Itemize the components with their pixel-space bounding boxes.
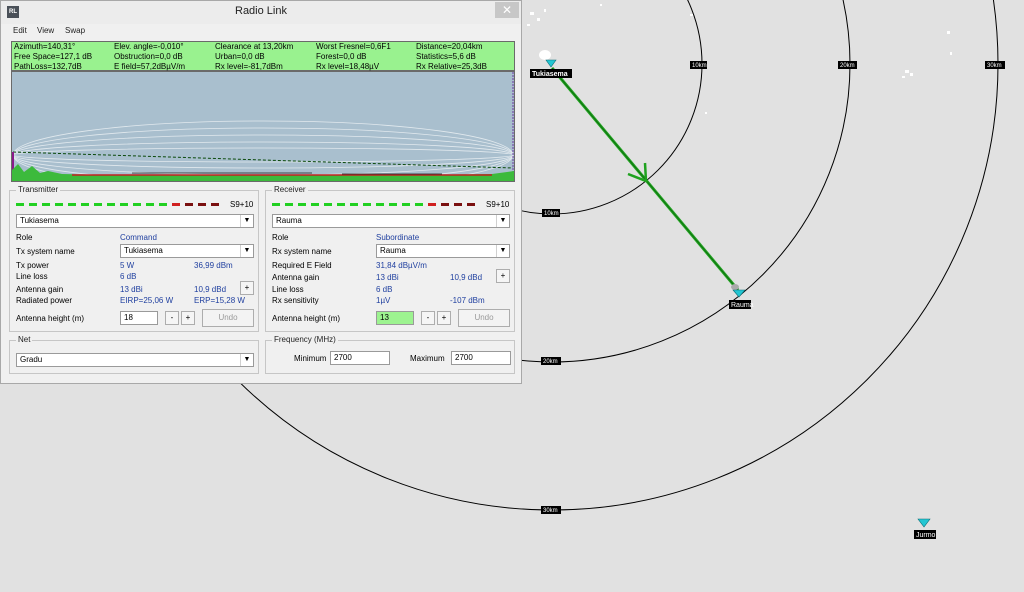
rx-height-plus-button[interactable]: +: [437, 311, 451, 325]
rx-signal-meter: [272, 203, 482, 209]
rx-sens-uv: 1µV: [376, 296, 391, 305]
frequency-title: Frequency (MHz): [272, 335, 338, 344]
tx-lineloss-label: Line loss: [16, 272, 48, 281]
tx-eirp: EIRP=25,06 W: [120, 296, 174, 305]
site-label-jurmo: Jurmo: [916, 532, 936, 539]
stat-statistics: Statistics=5,6 dB: [416, 52, 476, 61]
tx-role-label: Role: [16, 233, 33, 242]
tx-site-select[interactable]: Tukiasema ▼: [16, 214, 254, 228]
rx-system-value: Rauma: [380, 246, 406, 255]
tx-height-minus-button[interactable]: -: [165, 311, 179, 325]
rx-gain-label: Antenna gain: [272, 273, 320, 282]
tx-system-label: Tx system name: [16, 247, 75, 256]
stat-clearance: Clearance at 13,20km: [215, 42, 294, 51]
rx-sens-dbm: -107 dBm: [450, 296, 485, 305]
rx-sens-label: Rx sensitivity: [272, 296, 319, 305]
tx-height-label: Antenna height (m): [16, 314, 85, 323]
net-title: Net: [16, 335, 33, 344]
close-button[interactable]: ✕: [495, 2, 519, 18]
chevron-down-icon: ▼: [240, 354, 253, 366]
tx-meter-label: S9+10: [230, 200, 254, 209]
freq-min-label: Minimum: [294, 354, 327, 363]
stat-elev-angle: Elev. angle=-0,010°: [114, 42, 184, 51]
chevron-down-icon: ▼: [496, 215, 509, 227]
title-bar[interactable]: RL Radio Link ✕: [1, 1, 521, 24]
rx-efield-value: 31,84 dBµV/m: [376, 261, 427, 270]
rx-lineloss-value: 6 dB: [376, 285, 393, 294]
stat-obstruction: Obstruction=0,0 dB: [114, 52, 183, 61]
tx-system-value: Tukiasema: [124, 246, 163, 255]
menu-view[interactable]: View: [37, 26, 54, 35]
stat-free-space: Free Space=127,1 dB: [14, 52, 93, 61]
rx-role-value: Subordinate: [376, 233, 420, 242]
rx-system-select[interactable]: Rauma ▼: [376, 244, 510, 258]
rx-height-label: Antenna height (m): [272, 314, 341, 323]
rx-efield-label: Required E Field: [272, 261, 332, 270]
freq-max-label: Maximum: [410, 354, 445, 363]
tx-undo-button[interactable]: Undo: [202, 309, 254, 327]
rx-role-label: Role: [272, 233, 289, 242]
stat-azimuth: Azimuth=140,31°: [14, 42, 76, 51]
rx-height-input[interactable]: 13: [376, 311, 414, 325]
stat-forest: Forest=0,0 dB: [316, 52, 367, 61]
ring-label: 30km: [543, 508, 558, 514]
rx-site-select[interactable]: Rauma ▼: [272, 214, 510, 228]
receiver-title: Receiver: [272, 185, 308, 194]
tx-erp: ERP=15,28 W: [194, 296, 245, 305]
frequency-group: Frequency (MHz) Minimum 2700 Maximum 270…: [265, 335, 515, 374]
tx-height-input[interactable]: 18: [120, 311, 158, 325]
tx-gain-dbi: 13 dBi: [120, 285, 143, 294]
freq-min-input[interactable]: 2700: [330, 351, 390, 365]
tx-gain-label: Antenna gain: [16, 285, 64, 294]
rx-system-label: Rx system name: [272, 247, 332, 256]
tx-height-plus-button[interactable]: +: [181, 311, 195, 325]
ring-label: 20km: [543, 359, 558, 365]
tx-radiated-label: Radiated power: [16, 296, 73, 305]
tx-role-value: Command: [120, 233, 157, 242]
tx-power-watts: 5 W: [120, 261, 135, 270]
tx-power-label: Tx power: [16, 261, 49, 270]
link-stats-panel: Azimuth=140,31° Elev. angle=-0,010° Clea…: [11, 41, 515, 71]
receiver-group: Receiver S9+10 Rauma ▼ Role Subordinate R…: [265, 185, 515, 332]
transmitter-title: Transmitter: [16, 185, 61, 194]
tx-gain-dbd: 10,9 dBd: [194, 285, 227, 294]
stat-worst-fresnel: Worst Fresnel=0,6F1: [316, 42, 391, 51]
tx-site-value: Tukiasema: [20, 216, 59, 225]
ring-label: 10km: [692, 63, 707, 69]
terrain-profile[interactable]: [11, 71, 515, 182]
tx-signal-meter: [16, 203, 226, 209]
stat-distance: Distance=20,04km: [416, 42, 483, 51]
net-value: Gradu: [20, 355, 43, 364]
net-group: Net Gradu ▼: [9, 335, 259, 374]
ring-label: 10km: [544, 211, 559, 217]
tx-power-dbm: 36,99 dBm: [194, 261, 233, 270]
stat-urban: Urban=0,0 dB: [215, 52, 265, 61]
ring-label: 30km: [987, 63, 1002, 69]
tx-lineloss-value: 6 dB: [120, 272, 137, 281]
rx-height-minus-button[interactable]: -: [421, 311, 435, 325]
rx-gain-dbi: 13 dBi: [376, 273, 399, 282]
rx-undo-button[interactable]: Undo: [458, 309, 510, 327]
chevron-down-icon: ▼: [240, 215, 253, 227]
net-select[interactable]: Gradu ▼: [16, 353, 254, 367]
chevron-down-icon: ▼: [240, 245, 253, 257]
site-label-tukiasema: Tukiasema: [532, 71, 568, 78]
site-label-rauma: Rauma: [731, 302, 754, 309]
menu-bar: Edit View Swap: [1, 25, 521, 38]
radio-link-window[interactable]: RL Radio Link ✕ Edit View Swap Azimuth=1…: [0, 0, 522, 384]
menu-edit[interactable]: Edit: [13, 26, 27, 35]
ring-label: 20km: [840, 63, 855, 69]
rx-meter-label: S9+10: [486, 200, 510, 209]
transmitter-group: Transmitter S9+10 Tukiasema ▼ Role Comman…: [9, 185, 259, 332]
rx-lineloss-label: Line loss: [272, 285, 304, 294]
rx-gain-plus-button[interactable]: +: [496, 269, 510, 283]
window-title: Radio Link: [235, 5, 287, 17]
menu-swap[interactable]: Swap: [65, 26, 85, 35]
tx-system-select[interactable]: Tukiasema ▼: [120, 244, 254, 258]
rx-gain-dbd: 10,9 dBd: [450, 273, 483, 282]
freq-max-input[interactable]: 2700: [451, 351, 511, 365]
rx-site-value: Rauma: [276, 216, 302, 225]
chevron-down-icon: ▼: [496, 245, 509, 257]
tx-gain-plus-button[interactable]: +: [240, 281, 254, 295]
